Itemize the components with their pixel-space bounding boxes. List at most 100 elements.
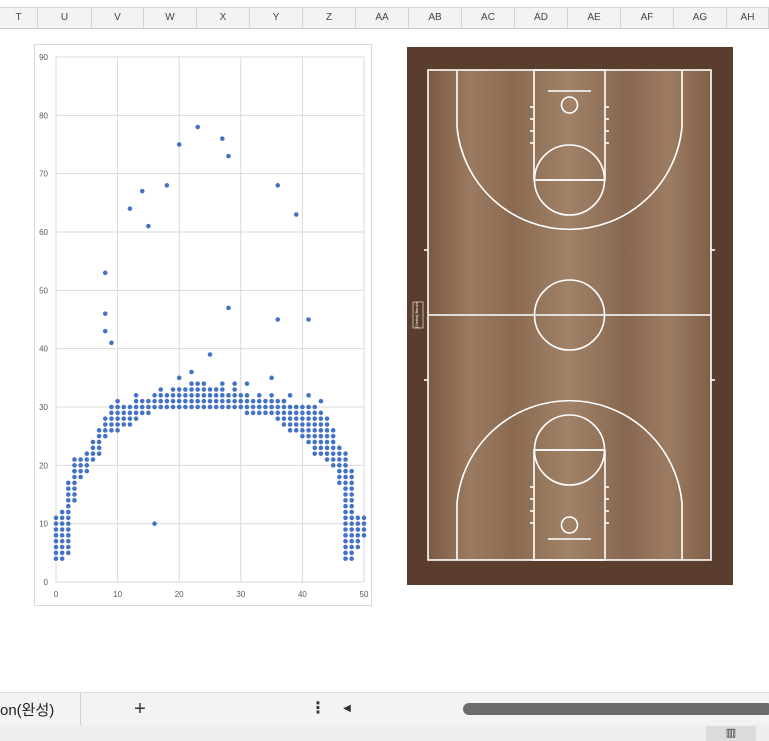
add-sheet-button[interactable]: + <box>128 697 152 721</box>
scatter-point <box>275 410 281 416</box>
y-tick-label: 60 <box>39 228 48 237</box>
scatter-point <box>66 492 71 497</box>
x-tick-label: 10 <box>113 590 122 599</box>
column-header-x[interactable]: X <box>197 8 250 28</box>
scatter-point <box>72 463 77 468</box>
column-header-v[interactable]: V <box>92 8 144 28</box>
scatter-point <box>275 398 281 404</box>
scatter-point <box>361 521 367 526</box>
scatter-point <box>66 509 71 515</box>
scatter-point <box>256 393 262 398</box>
scatter-point <box>250 410 256 416</box>
scatter-point <box>176 404 182 410</box>
column-header-ae[interactable]: AE <box>568 8 621 28</box>
scatter-point <box>176 375 182 381</box>
scatter-point <box>287 393 293 398</box>
scatter-point <box>263 410 268 416</box>
scatter-point <box>170 393 176 398</box>
scatter-point <box>127 410 133 416</box>
scatter-point <box>170 398 176 404</box>
scatter-point <box>53 533 59 538</box>
scatter-point <box>337 474 342 480</box>
scatter-point <box>349 521 354 526</box>
scatter-point <box>330 428 336 433</box>
sheet-tab-active[interactable]: on(완성) <box>0 693 81 726</box>
scatter-point <box>312 404 318 410</box>
scatter-point <box>343 527 348 532</box>
scatter-point <box>59 544 65 550</box>
scatter-point <box>109 410 114 416</box>
scatter-point <box>90 445 96 451</box>
scatter-point <box>355 544 361 550</box>
scatter-point <box>232 381 237 386</box>
scatter-point <box>312 451 318 456</box>
scatter-point <box>349 544 354 550</box>
scatter-point <box>189 381 194 386</box>
column-header-ab[interactable]: AB <box>409 8 462 28</box>
column-header-z[interactable]: Z <box>303 8 356 28</box>
bench-label: [Visitor] Bench <box>414 302 419 328</box>
scatter-point <box>226 393 231 398</box>
scatter-point <box>324 451 330 456</box>
scatter-point <box>176 398 182 404</box>
scatter-point <box>263 398 268 404</box>
scatter-point <box>220 381 225 386</box>
scatter-point <box>72 492 77 497</box>
scroll-left-arrow-icon[interactable]: ◀ <box>340 701 354 717</box>
scatter-point <box>189 398 194 404</box>
scatter-point <box>195 387 200 392</box>
scatter-point <box>330 457 336 462</box>
scatter-point <box>59 550 65 556</box>
scatter-chart[interactable]: 0 10 20 30 40 50 60 70 80 90 0 10 20 30 40 50 <box>34 44 372 606</box>
column-header-aa[interactable]: AA <box>356 8 409 28</box>
normal-view-icon[interactable]: ▥ <box>706 726 756 741</box>
scatter-point <box>213 398 219 404</box>
scatter-point <box>66 550 71 556</box>
column-header-u[interactable]: U <box>38 8 92 28</box>
scatter-point <box>84 463 90 468</box>
basketball-court-image[interactable]: [Visitor] Bench <box>407 47 733 585</box>
scatter-point <box>343 503 348 509</box>
scatter-point <box>59 509 65 515</box>
scatter-point <box>183 393 188 398</box>
scatter-point <box>72 474 77 480</box>
scatter-point <box>220 387 225 392</box>
scatter-point <box>287 422 293 427</box>
column-header-ah[interactable]: AH <box>727 8 769 28</box>
scatter-point <box>183 398 188 404</box>
scatter-point <box>226 398 231 404</box>
scatter-point <box>53 515 59 521</box>
scatter-point <box>133 416 139 421</box>
scatter-point <box>349 527 354 532</box>
scatter-point <box>66 480 71 486</box>
scatter-point <box>201 387 207 392</box>
column-header-w[interactable]: W <box>144 8 197 28</box>
more-options-button[interactable]: ⋮ <box>310 697 326 721</box>
scatter-point <box>102 311 108 316</box>
scatter-point <box>269 404 274 410</box>
scatter-point <box>232 387 237 392</box>
scatter-point <box>183 404 188 410</box>
scatter-point <box>59 521 65 526</box>
scatter-point <box>349 533 354 538</box>
scrollbar-thumb[interactable] <box>463 703 769 715</box>
scatter-point <box>139 404 145 410</box>
column-header-ag[interactable]: AG <box>674 8 727 28</box>
column-header-ad[interactable]: AD <box>515 8 568 28</box>
scatter-point <box>72 498 77 503</box>
scatter-point <box>293 416 299 421</box>
scatter-point <box>300 410 305 416</box>
scatter-point <box>306 428 311 433</box>
column-header-af[interactable]: AF <box>621 8 674 28</box>
column-header-y[interactable]: Y <box>250 8 303 28</box>
column-header-ac[interactable]: AC <box>462 8 515 28</box>
scatter-point <box>220 404 225 410</box>
scatter-point <box>220 393 225 398</box>
scatter-point <box>300 416 305 421</box>
scatter-point <box>115 416 120 421</box>
column-header-t[interactable]: T <box>0 8 38 28</box>
scatter-point <box>293 410 299 416</box>
scatter-point <box>343 486 348 491</box>
scatter-point <box>318 410 324 416</box>
horizontal-scrollbar[interactable] <box>358 703 769 715</box>
